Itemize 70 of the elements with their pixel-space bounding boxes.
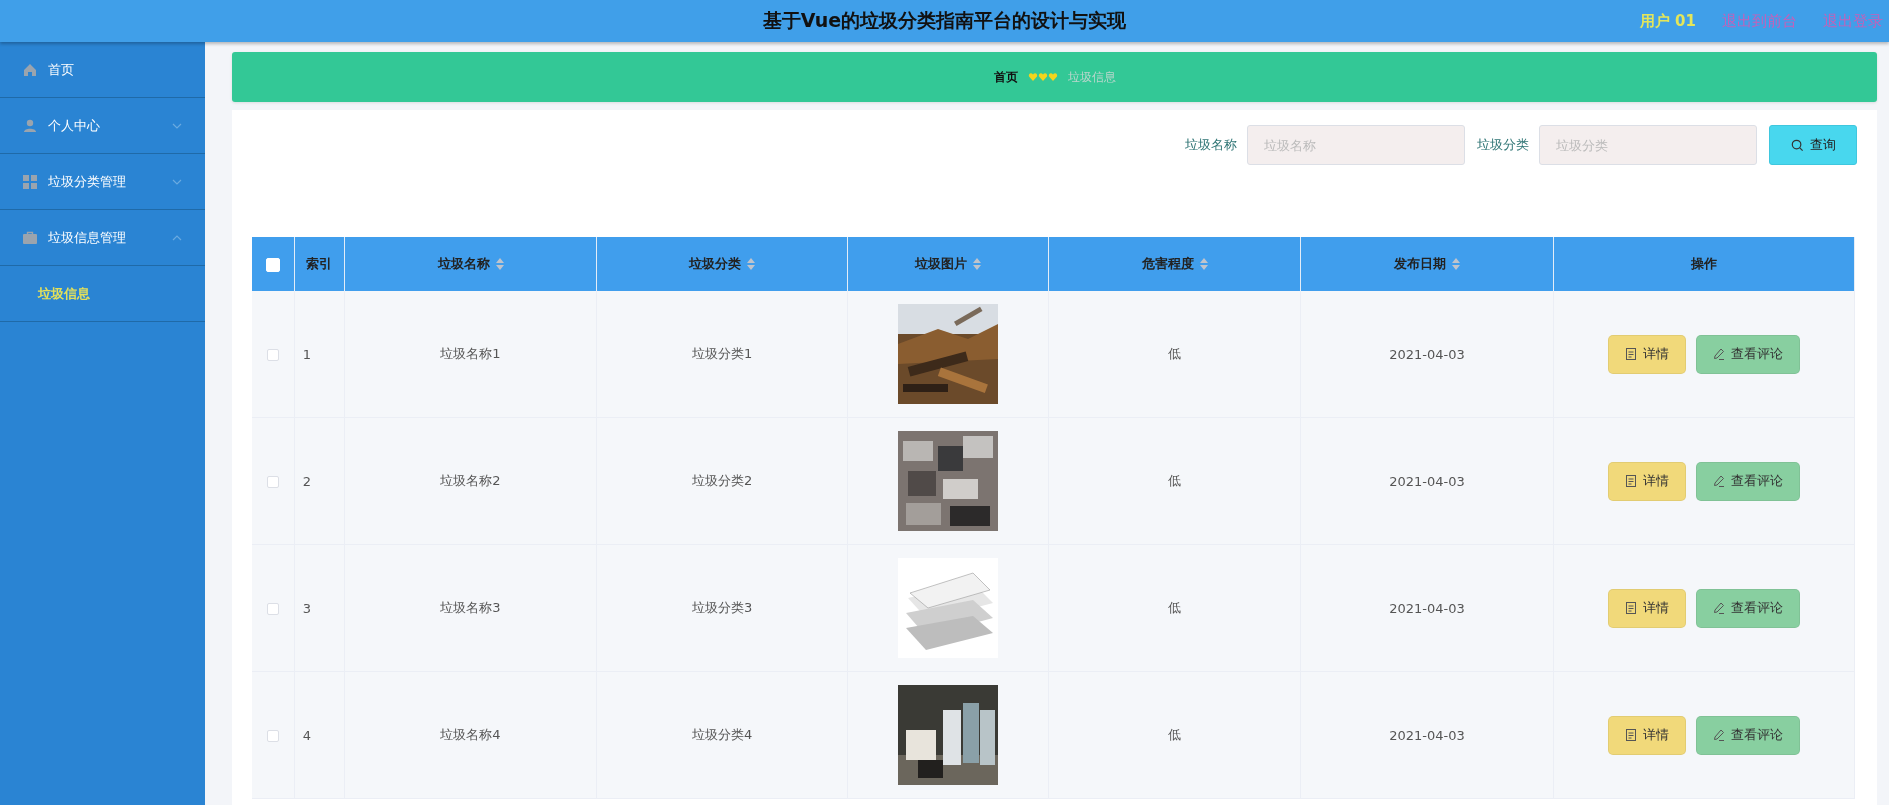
- row-checkbox[interactable]: [266, 603, 279, 615]
- grid-icon: [22, 173, 38, 190]
- comments-button[interactable]: 查看评论: [1695, 461, 1800, 501]
- table-cell: 2021-04-03: [1389, 727, 1465, 743]
- row-checkbox[interactable]: [266, 349, 279, 361]
- sort-icon: [1451, 258, 1460, 270]
- comments-button[interactable]: 查看评论: [1695, 334, 1800, 374]
- table-cell: 低: [1168, 346, 1182, 361]
- table-cell: 垃圾分类2: [692, 473, 753, 488]
- breadcrumb-item[interactable]: 首页: [993, 68, 1018, 86]
- table-cell: 2021-04-03: [1389, 346, 1465, 362]
- field-label: 垃圾分类: [1477, 136, 1529, 154]
- sidebar-item[interactable]: 首页: [0, 42, 205, 98]
- sidebar-item[interactable]: 垃圾信息管理: [0, 210, 205, 266]
- table-cell: 垃圾名称3: [440, 600, 501, 615]
- table-cell: 1: [302, 346, 311, 362]
- sort-icon: [495, 258, 504, 270]
- sidebar-item[interactable]: 垃圾分类管理: [0, 154, 205, 210]
- home-icon: [22, 61, 38, 78]
- search-button[interactable]: 查询: [1769, 125, 1857, 165]
- document-icon: [1624, 348, 1637, 360]
- field-label: 垃圾名称: [1185, 136, 1237, 154]
- column-header[interactable]: 垃圾图片: [915, 255, 982, 273]
- table-cell: 垃圾名称4: [440, 727, 501, 742]
- details-button[interactable]: 详情: [1607, 588, 1686, 628]
- table-cell: 垃圾分类3: [692, 600, 753, 615]
- table-cell: 2021-04-03: [1389, 473, 1465, 489]
- table-cell: 3: [302, 600, 311, 616]
- briefcase-icon: [22, 229, 38, 246]
- person-icon: [22, 117, 38, 134]
- column-header: 操作: [1690, 255, 1717, 273]
- row-checkbox[interactable]: [266, 730, 279, 742]
- breadcrumb-item: 垃圾信息: [1067, 68, 1116, 86]
- pencil-icon: [1712, 348, 1725, 360]
- sort-icon: [747, 258, 756, 270]
- row-checkbox[interactable]: [266, 476, 279, 488]
- table-cell: 垃圾名称2: [440, 473, 501, 488]
- column-header: 索引: [306, 255, 333, 273]
- column-header[interactable]: 垃圾名称: [437, 255, 504, 273]
- table-cell: 垃圾分类1: [692, 346, 753, 361]
- pencil-icon: [1712, 602, 1725, 614]
- document-icon: [1624, 729, 1637, 741]
- details-button[interactable]: 详情: [1607, 715, 1686, 755]
- user-name: 用户 01: [1639, 11, 1696, 31]
- table-cell: 低: [1168, 727, 1182, 742]
- pencil-icon: [1712, 475, 1725, 487]
- sort-icon: [973, 258, 982, 270]
- search-icon: [1790, 138, 1804, 152]
- table-cell: 2021-04-03: [1389, 600, 1465, 616]
- comments-button[interactable]: 查看评论: [1695, 715, 1800, 755]
- select-all-checkbox[interactable]: [265, 257, 280, 272]
- document-icon: [1624, 475, 1637, 487]
- comments-button[interactable]: 查看评论: [1695, 588, 1800, 628]
- table-cell: 低: [1168, 473, 1182, 488]
- details-button[interactable]: 详情: [1607, 461, 1686, 501]
- column-header[interactable]: 发布日期: [1393, 255, 1460, 273]
- column-header[interactable]: 垃圾分类: [689, 255, 756, 273]
- table-cell: 低: [1168, 600, 1182, 615]
- table-cell: 垃圾分类4: [692, 727, 753, 742]
- column-header[interactable]: 危害程度: [1141, 255, 1208, 273]
- table-cell: 垃圾名称1: [440, 346, 501, 361]
- details-button[interactable]: 详情: [1607, 334, 1686, 374]
- pencil-icon: [1712, 729, 1725, 741]
- sort-icon: [1199, 258, 1208, 270]
- app-title: 基于Vue的垃圾分类指南平台的设计与实现: [762, 9, 1127, 31]
- hearts-icon: [1027, 72, 1058, 82]
- table-cell: 4: [302, 727, 311, 743]
- table-cell: 2: [302, 473, 311, 489]
- document-icon: [1624, 602, 1637, 614]
- sidebar-item[interactable]: 个人中心: [0, 98, 205, 154]
